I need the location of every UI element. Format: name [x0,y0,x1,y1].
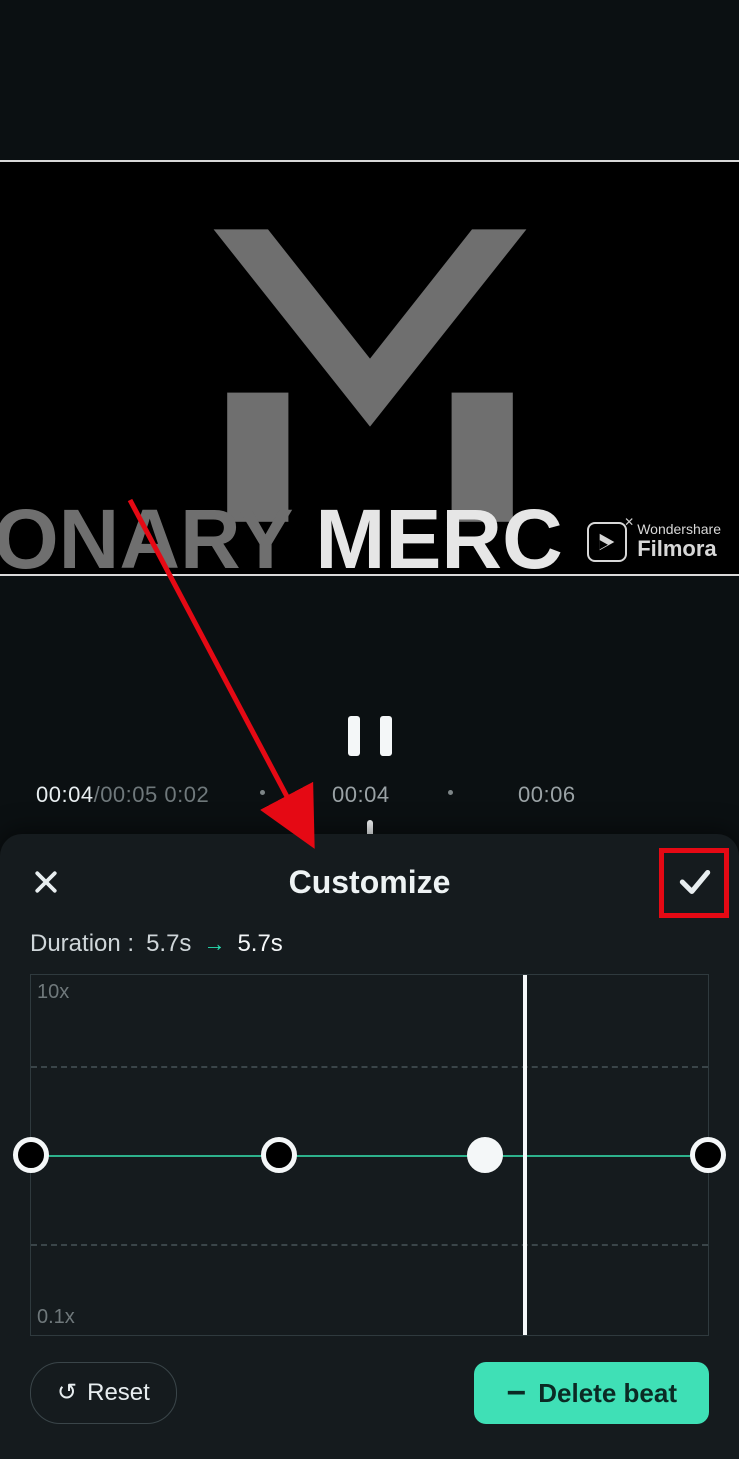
customize-panel: Customize Duration : 5.7s → 5.7s 10x 0.1… [0,834,739,1459]
logo-mark [200,189,540,534]
preview-caption: IONARY MERC [0,491,563,576]
ruler-tick-right: 00:06 [518,782,576,808]
ruler-dot [260,790,265,795]
panel-header: Customize [0,834,739,930]
pause-icon-bar [348,716,360,756]
caption-light: MERC [292,492,563,576]
y-axis-top-label: 10x [37,981,69,1004]
duration-from: 5.7s [146,930,191,958]
arrow-right-icon: → [203,931,225,957]
watermark-line1: Wondershare [637,522,721,536]
speed-curve-line [31,1155,708,1157]
panel-bottom-row: ↺ Reset − Delete beat [0,1357,739,1429]
speed-keyframe[interactable] [467,1137,503,1173]
timecode-total-value: 00:05 [100,782,158,807]
delete-beat-label: Delete beat [538,1378,677,1409]
graph-playhead[interactable] [523,975,527,1335]
timecode-total: /00:05 0:02 [94,782,210,807]
y-axis-bottom-label: 0.1x [37,1306,75,1329]
pause-button[interactable] [348,716,392,756]
duration-row: Duration : 5.7s → 5.7s [30,930,283,958]
watermark-line2: Filmora [637,536,721,561]
video-preview[interactable]: IONARY MERC ✕ Wondershare Filmora [0,160,739,576]
graph-gridline [31,1066,708,1068]
timeline-ruler[interactable]: 00:04/00:05 0:02 00:04 00:06 [0,778,739,818]
timecode-extra: 0:02 [164,782,209,807]
duration-to: 5.7s [237,930,282,958]
confirm-button[interactable] [665,852,725,912]
delete-beat-button[interactable]: − Delete beat [474,1362,709,1424]
timecode-current-value: 00:04 [36,782,94,807]
reset-icon: ↺ [57,1381,77,1405]
ruler-tick-mid: 00:04 [332,782,390,808]
close-button[interactable] [26,862,66,902]
graph-gridline [31,1244,708,1246]
filmora-logo-icon: ✕ [587,522,627,562]
pause-icon-bar [380,716,392,756]
caption-dark: IONARY [0,492,292,576]
speed-keyframe[interactable] [261,1137,297,1173]
watermark-close-icon[interactable]: ✕ [624,515,634,529]
filmora-watermark[interactable]: ✕ Wondershare Filmora [587,522,721,562]
reset-button[interactable]: ↺ Reset [30,1362,177,1424]
speed-keyframe[interactable] [13,1137,49,1173]
timecode-current: 00:04/00:05 0:02 [36,782,209,808]
watermark-text: Wondershare Filmora [637,522,721,561]
panel-title: Customize [289,864,451,901]
speed-graph[interactable]: 10x 0.1x [30,974,709,1336]
duration-label: Duration : [30,930,134,958]
reset-label: Reset [87,1379,150,1407]
ruler-dot [448,790,453,795]
speed-keyframe[interactable] [690,1137,726,1173]
